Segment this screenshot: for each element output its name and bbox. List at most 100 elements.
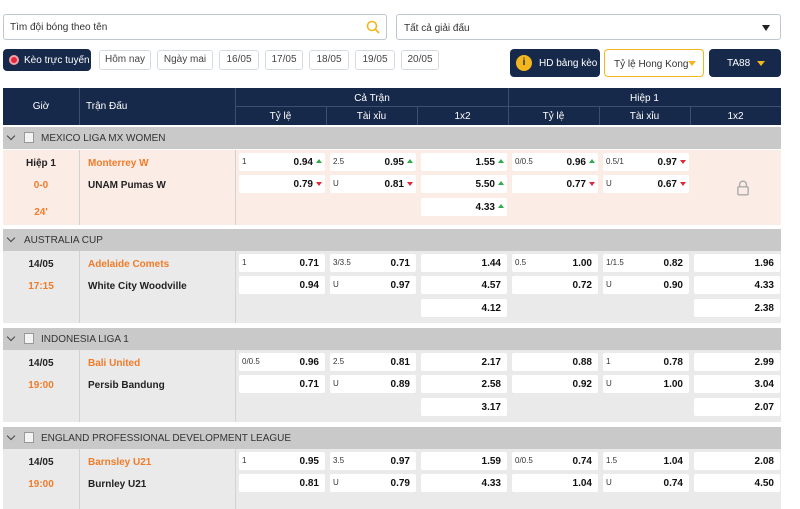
league-header[interactable]: AUSTRALIA CUP	[3, 229, 781, 251]
away-team[interactable]: Persib Bandung	[88, 380, 165, 391]
odds-cell[interactable]: 2.38	[694, 299, 780, 317]
odds-cell[interactable]: 3.04	[694, 375, 780, 393]
odds-cell[interactable]: U 0.97	[330, 276, 416, 294]
odds-cell[interactable]: 5.50	[421, 175, 507, 193]
chevron-down-icon[interactable]	[6, 431, 16, 441]
odds-cell[interactable]: 1 0.71	[239, 254, 325, 272]
odds-cell[interactable]: 1.59	[421, 452, 507, 470]
chevron-down-icon[interactable]	[6, 131, 16, 141]
odds-cell[interactable]: 0.94	[239, 276, 325, 294]
odds-cell[interactable]: 2.5 0.95	[330, 153, 416, 171]
odds-handicap: 0.5/1	[606, 157, 624, 166]
odds-cell[interactable]: 0/0.5 0.96	[512, 153, 598, 171]
odds-cell[interactable]: 1.55	[421, 153, 507, 171]
odds-cell[interactable]: 4.12	[421, 299, 507, 317]
odds-cell[interactable]: 2.17	[421, 353, 507, 371]
odds-handicap: 2.5	[333, 357, 345, 366]
caret-down-icon	[688, 61, 696, 66]
odds-cell[interactable]: 1.04	[512, 474, 598, 492]
odds-cell[interactable]: 4.33	[421, 474, 507, 492]
home-team[interactable]: Bali United	[88, 358, 140, 369]
odds-cell[interactable]: 1.44	[421, 254, 507, 272]
odds-cell[interactable]: 1 0.94	[239, 153, 325, 171]
odds-cell[interactable]: 2.07	[694, 398, 780, 416]
odds-up-arrow-icon	[498, 159, 504, 163]
odds-cell[interactable]: 0.77	[512, 175, 598, 193]
league-header[interactable]: MEXICO LIGA MX WOMEN	[3, 127, 781, 149]
odds-value: 0.71	[390, 258, 410, 269]
away-team[interactable]: White City Woodville	[88, 281, 187, 292]
odds-cell[interactable]: 1 0.95	[239, 452, 325, 470]
odds-cell[interactable]: U 0.81	[330, 175, 416, 193]
col-ft-1x2: 1x2	[454, 111, 471, 122]
odds-up-arrow-icon	[589, 159, 595, 163]
odds-handicap: U	[606, 478, 612, 487]
odds-cell[interactable]: U 0.74	[603, 474, 689, 492]
team-search-input[interactable]: Tìm đội bóng theo tên	[3, 14, 387, 40]
column-divider	[235, 449, 236, 509]
odds-cell[interactable]: 4.57	[421, 276, 507, 294]
league-header[interactable]: ENGLAND PROFESSIONAL DEVELOPMENT LEAGUE	[3, 427, 781, 449]
odds-cell[interactable]: 0.81	[239, 474, 325, 492]
bookmaker-select[interactable]: TA88	[709, 49, 781, 77]
column-divider	[79, 350, 80, 422]
date-chip-tomorrow[interactable]: Ngày mai	[157, 50, 213, 70]
away-team[interactable]: UNAM Pumas W	[88, 180, 166, 191]
odds-cell[interactable]: 4.33	[694, 276, 780, 294]
odds-value: 3.17	[481, 402, 501, 413]
odds-cell[interactable]: 0/0.5 0.74	[512, 452, 598, 470]
match-row: 14/05 17:15 Adelaide Comets White City Wood…	[3, 251, 781, 323]
odds-down-arrow-icon	[680, 182, 686, 186]
odds-handicap: 3/3.5	[333, 258, 351, 267]
home-team[interactable]: Barnsley U21	[88, 457, 151, 468]
lock-icon	[737, 180, 749, 196]
date-chip-today[interactable]: Hôm nay	[99, 50, 151, 70]
odds-cell[interactable]: 2.99	[694, 353, 780, 371]
odds-cell[interactable]: 0.5 1.00	[512, 254, 598, 272]
date-chip-2005[interactable]: 20/05	[401, 50, 439, 70]
odds-cell[interactable]: 0.5/1 0.97	[603, 153, 689, 171]
odds-value: 2.08	[754, 456, 774, 467]
odds-cell[interactable]: 2.58	[421, 375, 507, 393]
odds-cell[interactable]: U 0.79	[330, 474, 416, 492]
odds-cell[interactable]: U 0.90	[603, 276, 689, 294]
odds-cell[interactable]: 0.72	[512, 276, 598, 294]
odds-cell[interactable]: 3.17	[421, 398, 507, 416]
away-team[interactable]: Burnley U21	[88, 479, 146, 490]
odds-cell[interactable]: 1/1.5 0.82	[603, 254, 689, 272]
odds-cell[interactable]: 1 0.78	[603, 353, 689, 371]
chevron-down-icon[interactable]	[6, 332, 16, 342]
chevron-down-icon[interactable]	[6, 233, 16, 243]
odds-cell[interactable]: U 0.67	[603, 175, 689, 193]
date-chip-1605[interactable]: 16/05	[219, 50, 259, 70]
home-team[interactable]: Adelaide Comets	[88, 259, 169, 270]
odds-cell[interactable]: 0.79	[239, 175, 325, 193]
odds-cell[interactable]: 2.5 0.81	[330, 353, 416, 371]
date-chip-1905[interactable]: 19/05	[355, 50, 395, 70]
league-select[interactable]: Tất cả giải đấu	[396, 14, 781, 40]
odds-handicap: U	[333, 280, 339, 289]
odds-cell[interactable]: 4.50	[694, 474, 780, 492]
search-icon[interactable]	[366, 20, 380, 34]
odds-cell[interactable]: U 0.89	[330, 375, 416, 393]
odds-cell[interactable]: 2.08	[694, 452, 780, 470]
odds-cell[interactable]: U 1.00	[603, 375, 689, 393]
odds-guide-button[interactable]: i HD bảng kèo	[510, 49, 600, 77]
odds-cell[interactable]: 0.92	[512, 375, 598, 393]
odds-type-select[interactable]: Tỷ lệ Hong Kong	[604, 49, 704, 77]
odds-cell[interactable]: 0.71	[239, 375, 325, 393]
odds-cell[interactable]: 3.5 0.97	[330, 452, 416, 470]
odds-cell[interactable]: 3/3.5 0.71	[330, 254, 416, 272]
odds-value: 0.72	[572, 280, 592, 291]
live-odds-button[interactable]: Kèo trực tuyến	[3, 49, 91, 71]
date-chip-1805[interactable]: 18/05	[309, 50, 349, 70]
league-name: AUSTRALIA CUP	[24, 235, 103, 246]
odds-cell[interactable]: 0/0.5 0.96	[239, 353, 325, 371]
odds-cell[interactable]: 1.96	[694, 254, 780, 272]
odds-cell[interactable]: 4.33	[421, 198, 507, 216]
league-header[interactable]: INDONESIA LIGA 1	[3, 328, 781, 350]
odds-cell[interactable]: 0.88	[512, 353, 598, 371]
odds-cell[interactable]: 1.5 1.04	[603, 452, 689, 470]
home-team[interactable]: Monterrey W	[88, 158, 149, 169]
date-chip-1705[interactable]: 17/05	[265, 50, 303, 70]
